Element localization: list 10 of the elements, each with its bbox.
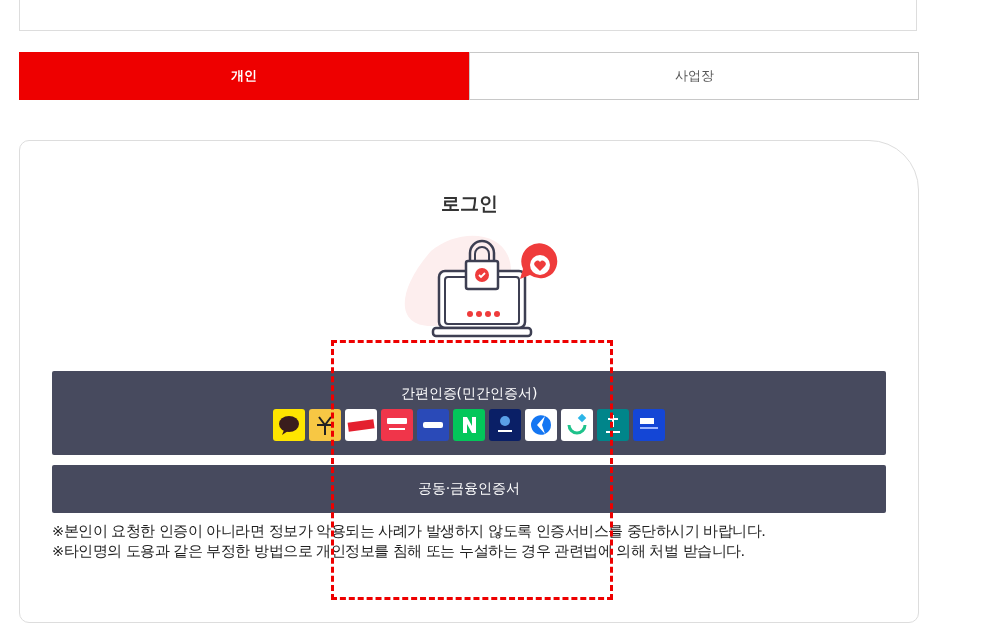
notice-text: ※타인명의 도용과 같은 부정한 방법으로 개인정보를 침해 또는 누설하는 경우 관련법에 의해 처벌 받습니다.: [52, 542, 746, 561]
ribbon-logo-icon[interactable]: [345, 409, 377, 441]
simple-auth-panel[interactable]: 간편인증(민간인증서): [52, 371, 886, 455]
tab[interactable]: 사업장: [469, 52, 919, 100]
login-title: 로그인: [440, 191, 498, 216]
speech-bubble-icon[interactable]: [273, 409, 305, 441]
certificate-button[interactable]: 공동·금융인증서: [52, 465, 886, 513]
tab[interactable]: 개인: [19, 52, 469, 100]
notice-text: ※본인이 요청한 인증이 아니라면 정보가 악용되는 사례가 발생하지 않도록 인증서비스를 중단하시기 바랍니다.: [52, 522, 767, 541]
simple-auth-label: 간편인증(민간인증서): [400, 385, 538, 403]
